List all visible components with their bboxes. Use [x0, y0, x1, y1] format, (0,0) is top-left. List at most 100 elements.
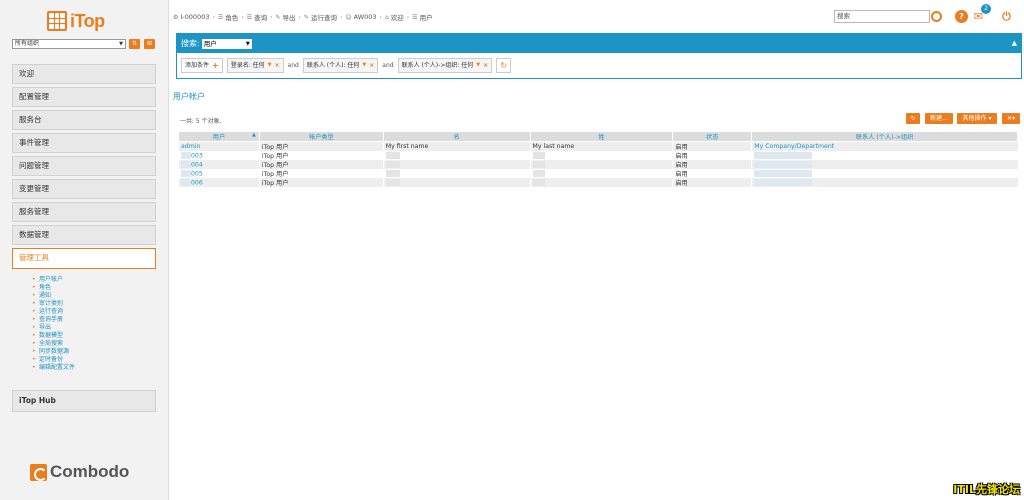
combodo-logo-icon	[30, 463, 47, 481]
collapse-icon[interactable]: ▲	[1012, 39, 1017, 47]
chevron-down-icon: ▼	[119, 41, 123, 47]
org-filter-button[interactable]: ⇅	[129, 39, 140, 49]
org-select[interactable]: 所有组织 ▼	[12, 39, 126, 49]
org-pin-button[interactable]: ⊞	[144, 39, 155, 49]
search-icon[interactable]	[931, 11, 942, 22]
search-header[interactable]: 搜索: 用户 ▼ ▲	[177, 34, 1021, 53]
menu-incident-management[interactable]: 事件管理	[12, 133, 156, 153]
configure-list-button[interactable]: ✕▾	[1002, 113, 1020, 124]
table-row[interactable]: 006 iTop 用户 启用	[178, 178, 1018, 187]
cell-contact-org[interactable]	[751, 160, 1018, 169]
column-label: 用户	[212, 134, 226, 141]
submenu-run-query[interactable]: 运行查询	[32, 308, 152, 316]
close-icon[interactable]: ×	[483, 59, 488, 72]
submenu-scheduled-backup[interactable]: 定时备份	[32, 356, 152, 364]
cell-contact-org[interactable]	[751, 169, 1018, 178]
breadcrumb-item[interactable]: ☰ 用户	[412, 12, 432, 23]
help-icon[interactable]: ?	[955, 10, 968, 23]
breadcrumb-item[interactable]: ✎ 导出	[275, 12, 295, 23]
criteria-contact-org[interactable]: 联系人 (个人)->组织: 任何 ▼ ×	[397, 58, 493, 73]
chevron-down-icon[interactable]: ▼	[476, 59, 480, 72]
cell-login[interactable]: 006	[178, 178, 260, 187]
menu-welcome[interactable]: 欢迎	[12, 64, 156, 84]
criteria-label: 联系人 (个人)->组织: 任何	[401, 62, 474, 69]
submenu-audit-categories[interactable]: 审计类别	[32, 300, 152, 308]
search-class-select[interactable]: 用户 ▼	[201, 38, 252, 49]
column-header-status[interactable]: 状态	[672, 131, 753, 142]
cell-contact-org[interactable]	[751, 178, 1018, 187]
chevron-down-icon[interactable]: ▼	[362, 59, 366, 72]
itop-logo[interactable]: iTop	[47, 9, 105, 33]
menu-problem-management[interactable]: 问题管理	[12, 156, 156, 176]
combodo-logo[interactable]: Combodo	[30, 462, 129, 482]
redacted-block	[181, 160, 191, 168]
column-header-last-name[interactable]: 姓	[529, 131, 674, 142]
breadcrumb-item[interactable]: ☺ AW003	[345, 13, 376, 21]
redacted-block	[532, 178, 545, 186]
submenu-export[interactable]: 导出	[32, 324, 152, 332]
submenu-data-model[interactable]: 数据模型	[32, 332, 152, 340]
gear-icon: ⚙	[173, 13, 179, 21]
list-icon: ☰	[217, 13, 224, 21]
org-select-value: 所有组织	[15, 40, 40, 47]
redacted-block	[385, 160, 400, 168]
menu-service-management[interactable]: 服务管理	[12, 202, 156, 222]
new-button[interactable]: 新建...	[925, 113, 953, 124]
menu-change-management[interactable]: 变更管理	[12, 179, 156, 199]
refresh-search-button[interactable]: ↻	[496, 58, 512, 73]
add-criteria-label: 添加条件	[185, 62, 210, 69]
column-header-user[interactable]: 用户 ▲	[178, 131, 260, 142]
cell-account-type: iTop 用户	[258, 141, 384, 151]
cell-contact-org[interactable]	[751, 151, 1018, 160]
menu-helpdesk[interactable]: 服务台	[12, 110, 156, 130]
table-row[interactable]: admin iTop 用户 My first name My last name…	[178, 141, 1018, 151]
refresh-list-button[interactable]: ↻	[906, 113, 920, 124]
other-actions-button[interactable]: 其他操作 ▾	[957, 113, 997, 124]
cell-status: 启用	[672, 178, 752, 187]
close-icon[interactable]: ×	[369, 59, 374, 72]
breadcrumb-item[interactable]: ☰ 查询	[247, 12, 268, 23]
menu-config-management[interactable]: 配置管理	[12, 87, 156, 107]
submenu-global-search[interactable]: 全局搜索	[32, 340, 152, 348]
cell-login[interactable]: 004	[178, 160, 260, 169]
column-header-account-type[interactable]: 帐户类型	[258, 131, 384, 142]
submenu-roles[interactable]: 角色	[32, 284, 152, 292]
menu-itop-hub[interactable]: iTop Hub	[12, 390, 156, 412]
cell-login[interactable]: 005	[178, 169, 260, 178]
chevron-down-icon[interactable]: ▼	[268, 59, 272, 72]
add-criteria-button[interactable]: 添加条件 +	[181, 58, 223, 73]
filter-icon: ⇅	[131, 40, 138, 47]
chevron-right-icon: ›	[212, 13, 215, 21]
breadcrumb-item[interactable]: ☰ 角色	[217, 12, 238, 23]
itop-logo-icon	[47, 11, 67, 31]
submenu-notifications[interactable]: 通知	[32, 292, 152, 300]
submenu-user-accounts[interactable]: 用户帐户	[32, 276, 152, 284]
submenu-sync-data-sources[interactable]: 同步数据源	[32, 348, 152, 356]
menu-data-management[interactable]: 数据管理	[12, 225, 156, 245]
power-icon[interactable]: ⏻	[1000, 10, 1013, 23]
column-header-first-name[interactable]: 名	[382, 131, 531, 142]
breadcrumb-label: 查询	[254, 14, 268, 22]
submenu-edit-config[interactable]: 编辑配置文件	[32, 364, 152, 372]
menu-admin-tools[interactable]: 管理工具	[12, 248, 156, 269]
table-row[interactable]: 005 iTop 用户 启用	[178, 169, 1018, 178]
table-row[interactable]: 004 iTop 用户 启用	[178, 160, 1018, 169]
cell-login[interactable]: 003	[178, 151, 260, 160]
criteria-login[interactable]: 登录名: 任何 ▼ ×	[226, 58, 284, 73]
criteria-contact[interactable]: 联系人 (个人): 任何 ▼ ×	[302, 58, 379, 73]
breadcrumb-item[interactable]: ⚙ I-000003	[173, 13, 209, 21]
pin-icon: ⊞	[146, 40, 153, 47]
cell-login[interactable]: admin	[178, 141, 260, 151]
wrench-icon: ✎	[275, 13, 281, 21]
cell-account-type: iTop 用户	[258, 160, 384, 169]
breadcrumb-item[interactable]: ✎ 运行查询	[304, 12, 337, 23]
table-row[interactable]: 003 iTop 用户 启用	[178, 151, 1018, 160]
breadcrumb-item[interactable]: ⌂ 欢迎	[385, 12, 404, 23]
close-icon[interactable]: ×	[275, 59, 280, 72]
cell-contact-org[interactable]: My Company/Department	[751, 141, 1018, 151]
cell-first-name	[382, 169, 531, 178]
column-header-contact-org[interactable]: 联系人 (个人)->组织	[751, 131, 1018, 142]
chevron-right-icon: ›	[339, 13, 343, 21]
submenu-query-phrasebook[interactable]: 查询手册	[32, 316, 152, 324]
global-search-input[interactable]: 搜索	[834, 10, 930, 23]
